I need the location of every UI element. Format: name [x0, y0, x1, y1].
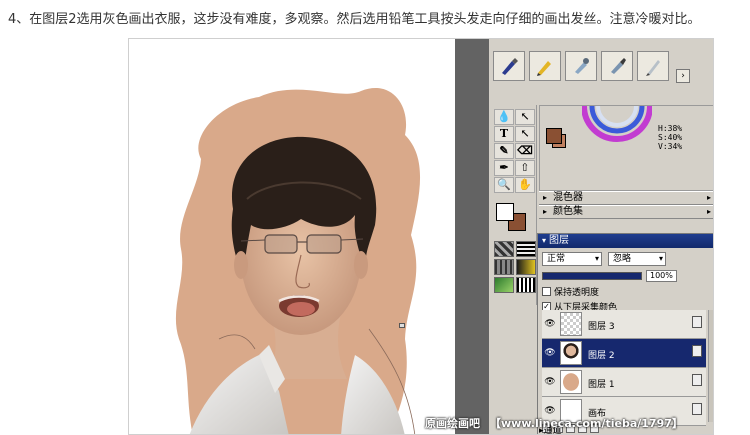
layer-list-scrollbar[interactable] — [708, 310, 713, 422]
layers-panel: ▾ 图层 正常 ▾ 忽略 ▾ 100% 保持透明度 ✓ 从下层采集颜色 👁 图层… — [537, 233, 713, 434]
texture-thumb[interactable] — [494, 241, 514, 257]
panel-menu-icon[interactable]: ▸ — [707, 206, 711, 218]
layer-stack-icon — [692, 316, 702, 328]
layer-name: 图层 1 — [588, 380, 615, 390]
texture-thumb[interactable] — [516, 277, 536, 293]
main-color-swatch[interactable] — [546, 128, 562, 144]
watermark-url: 【www.lineca.com/tieba/1797】 — [490, 417, 683, 430]
texture-thumb[interactable] — [494, 259, 514, 275]
marker-icon[interactable] — [601, 51, 633, 81]
value-value: V:34% — [658, 142, 683, 151]
fill-icon[interactable]: ⇧ — [515, 160, 535, 176]
expand-arrow-icon: ▸ — [543, 193, 548, 202]
layer-name: 图层 2 — [588, 351, 615, 361]
layer-row[interactable]: 👁 图层 3 — [542, 310, 706, 339]
texture-thumbnails — [491, 239, 536, 295]
airbrush-icon[interactable] — [565, 51, 597, 81]
color-panel: H:38% S:40% V:34% — [539, 105, 713, 191]
color-wheel[interactable] — [582, 100, 652, 148]
preserve-transparency-checkbox[interactable] — [542, 287, 551, 296]
text-icon[interactable]: T — [494, 126, 514, 142]
eye-icon[interactable]: 👁 — [543, 375, 557, 389]
opacity-slider[interactable] — [542, 272, 642, 280]
expand-arrow-icon: ▸ — [543, 207, 548, 216]
layer-stack-icon — [692, 374, 702, 386]
hue-value: H:38% — [658, 124, 683, 133]
preserve-transparency-option[interactable]: 保持透明度 — [538, 284, 713, 299]
tutorial-caption: 4、在图层2选用灰色画出衣服，这步没有难度，多观察。然后选用铅笔工具按头发走向仔… — [8, 12, 701, 27]
drop-icon[interactable]: 💧 — [494, 109, 514, 125]
layer-thumbnail — [560, 370, 582, 394]
canvas-resize-handle[interactable] — [399, 323, 405, 328]
mixer-label: 混色器 — [553, 192, 583, 203]
collapse-icon[interactable]: › — [676, 69, 690, 83]
brush-category-bar — [493, 51, 671, 87]
layer-stack-icon — [692, 345, 702, 357]
chevron-down-icon: ▾ — [594, 254, 599, 263]
layer-row[interactable]: 👁 图层 2 — [542, 339, 706, 368]
watermark-logo: 原画绘画吧 — [425, 417, 480, 430]
texture-thumb[interactable] — [494, 277, 514, 293]
blend-mode-select[interactable]: 正常 ▾ — [542, 252, 602, 266]
ink-pen-icon[interactable] — [493, 51, 525, 81]
portrait-painting — [175, 88, 421, 434]
layer-row[interactable]: 👁 图层 1 — [542, 368, 706, 397]
panel-menu-icon[interactable]: ▸ — [707, 192, 711, 204]
zoom-icon[interactable]: 🔍 — [494, 177, 514, 193]
painter-screenshot: › 💧 ↖ T ↖ ✎ ⌫ ✒ ⇧ 🔍 ✋ H:38% S:40% V:34% … — [128, 38, 714, 435]
brush-icon[interactable]: ✎ — [494, 143, 514, 159]
saturation-value: S:40% — [658, 133, 683, 142]
mixer-panel-header[interactable]: ▸ 混色器 ▸ — [539, 191, 713, 205]
layer-name: 图层 3 — [588, 322, 615, 332]
layer-list: 👁 图层 3 👁 图层 2 👁 图层 1 👁 画布 — [542, 310, 713, 426]
collapse-arrow-icon: ▾ — [542, 236, 547, 245]
hand-icon[interactable]: ✋ — [515, 177, 535, 193]
layer-thumbnail — [560, 341, 582, 365]
workspace-gutter — [455, 39, 489, 434]
color-set-panel-header[interactable]: ▸ 颜色集 ▸ — [539, 205, 713, 219]
layer-thumbnail — [560, 312, 582, 336]
eye-icon[interactable]: 👁 — [543, 346, 557, 360]
layer-option-select[interactable]: 忽略 ▾ — [608, 252, 666, 266]
eye-icon[interactable]: 👁 — [543, 317, 557, 331]
color-swatches[interactable] — [494, 201, 533, 235]
eraser-icon[interactable]: ⌫ — [515, 143, 535, 159]
foreground-color-swatch[interactable] — [496, 203, 514, 221]
select-icon[interactable]: ↖ — [515, 126, 535, 142]
layers-panel-title[interactable]: ▾ 图层 — [538, 234, 713, 248]
eyedropper-icon[interactable]: ✒ — [494, 160, 514, 176]
pencil-icon[interactable] — [529, 51, 561, 81]
lock-icon — [692, 403, 702, 415]
color-set-label: 颜色集 — [553, 206, 583, 217]
painting-canvas[interactable] — [129, 39, 455, 434]
tool-panels: › 💧 ↖ T ↖ ✎ ⌫ ✒ ⇧ 🔍 ✋ H:38% S:40% V:34% … — [489, 39, 713, 434]
hsv-readout: H:38% S:40% V:34% — [658, 124, 682, 151]
fine-pen-icon[interactable] — [637, 51, 669, 81]
chevron-down-icon: ▾ — [658, 254, 663, 263]
toolbox: 💧 ↖ T ↖ ✎ ⌫ ✒ ⇧ 🔍 ✋ — [491, 105, 537, 305]
texture-thumb[interactable] — [516, 241, 536, 257]
pointer-icon[interactable]: ↖ — [515, 109, 535, 125]
watermark: 原画绘画吧 【www.lineca.com/tieba/1797】 — [425, 415, 683, 431]
opacity-value[interactable]: 100% — [646, 270, 677, 282]
texture-thumb[interactable] — [516, 259, 536, 275]
